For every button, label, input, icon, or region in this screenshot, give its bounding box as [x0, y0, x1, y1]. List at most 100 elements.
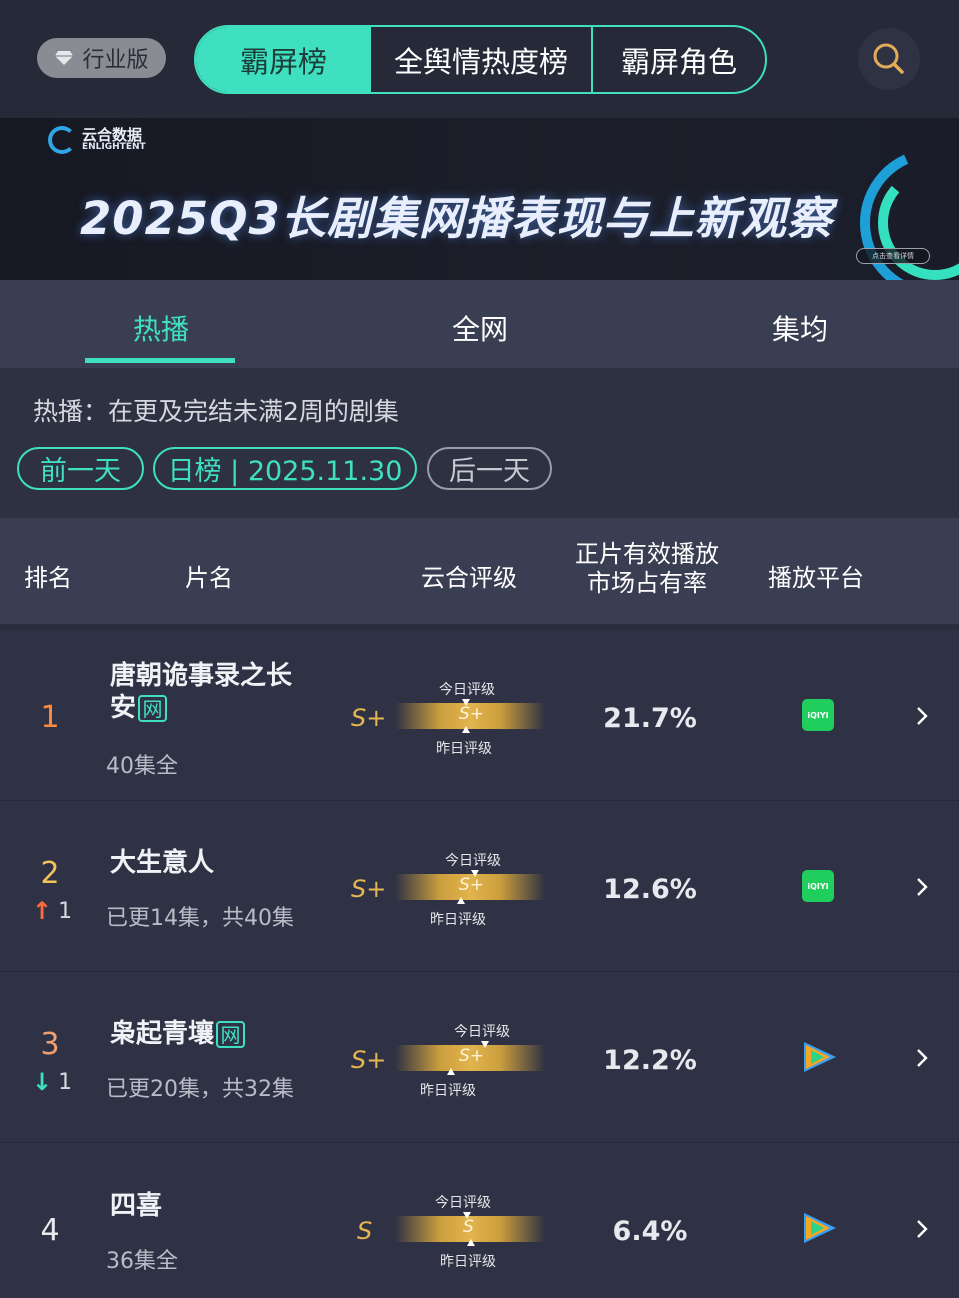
- rank-number: 2: [40, 856, 60, 891]
- main-tabs: 霸屏榜 全舆情热度榜 霸屏角色: [194, 25, 767, 94]
- bar-grade: S+: [459, 704, 485, 724]
- tencent-video-icon: [804, 1042, 836, 1072]
- rank-number: 1: [40, 700, 60, 735]
- episode-info: 已更14集，共40集: [106, 906, 294, 931]
- rating-grade: S+: [351, 1046, 387, 1074]
- header-rating: 云合评级: [421, 564, 517, 592]
- arrow-up-icon: ↑: [32, 897, 53, 925]
- header-platform: 播放平台: [768, 564, 864, 592]
- logo-text-cn: 云合数据: [82, 126, 143, 144]
- list-description: 热播：在更及完结未满2周的剧集: [33, 397, 399, 426]
- tab-episode-average[interactable]: 集均: [720, 308, 880, 348]
- show-title: 枭起青壤网: [110, 1018, 310, 1050]
- bar-grade: S+: [459, 1046, 485, 1066]
- promo-banner[interactable]: 云合数据 ENLIGHTENT 2025Q3长剧集网播表现与上新观察 点击查看详…: [0, 118, 959, 280]
- diamond-icon: [55, 51, 74, 65]
- chevron-right-icon[interactable]: [912, 877, 932, 897]
- show-title: 唐朝诡事录之长安网: [110, 660, 310, 724]
- bar-grade: S+: [459, 875, 485, 895]
- yesterday-marker-icon: [457, 897, 465, 904]
- tab-sentiment-heat-list[interactable]: 全舆情热度榜: [371, 27, 593, 92]
- yesterday-rating-label: 昨日评级: [430, 912, 486, 928]
- market-share: 6.4%: [612, 1216, 688, 1247]
- yesterday-rating-label: 昨日评级: [440, 1254, 496, 1270]
- rank-change: ↓ 1: [32, 1068, 72, 1096]
- episode-info: 已更20集，共32集: [106, 1077, 294, 1102]
- banner-title: 2025Q3长剧集网播表现与上新观察: [80, 192, 833, 245]
- sub-tabs: 热播 全网 集均: [0, 280, 959, 368]
- today-rating-label: 今日评级: [445, 853, 501, 869]
- chevron-right-icon[interactable]: [912, 1048, 932, 1068]
- yesterday-marker-icon: [462, 726, 470, 733]
- table-row[interactable]: 3 ↓ 1 枭起青壤网 已更20集，共32集 S+ 今日评级 S+ 昨日评级 12…: [0, 972, 959, 1143]
- episode-info: 40集全: [106, 754, 178, 779]
- tab-dominance-list[interactable]: 霸屏榜: [196, 27, 371, 92]
- rank-change-value: 1: [58, 1069, 73, 1095]
- top-bar: 行业版 霸屏榜 全舆情热度榜 霸屏角色: [0, 0, 959, 118]
- rating-grade: S+: [351, 704, 387, 732]
- show-title-text: 大生意人: [110, 848, 215, 878]
- iqiyi-icon: iQIYI: [802, 870, 834, 902]
- today-rating-label: 今日评级: [439, 682, 495, 698]
- show-title-text: 枭起青壤: [110, 1019, 215, 1049]
- rating-gauge: 今日评级 S+ 昨日评级: [395, 850, 545, 930]
- tab-dominant-roles[interactable]: 霸屏角色: [593, 27, 765, 92]
- market-share: 12.2%: [603, 1045, 697, 1076]
- iqiyi-icon: iQIYI: [802, 699, 834, 731]
- tab-all-network[interactable]: 全网: [400, 308, 560, 348]
- rank-number: 4: [40, 1213, 60, 1248]
- show-title-text: 四喜: [110, 1191, 163, 1221]
- yesterday-marker-icon: [447, 1068, 455, 1075]
- bar-grade: S: [463, 1217, 474, 1237]
- banner-detail-button[interactable]: 点击查看详情: [856, 248, 930, 264]
- show-title: 四喜: [110, 1190, 310, 1222]
- date-selector[interactable]: 日榜 | 2025.11.30: [153, 447, 417, 490]
- rating-gauge: 今日评级 S 昨日评级: [395, 1192, 545, 1272]
- market-share: 21.7%: [603, 703, 697, 734]
- yesterday-rating-label: 昨日评级: [420, 1083, 476, 1099]
- chevron-right-icon[interactable]: [912, 1219, 932, 1239]
- row-divider: [0, 1142, 959, 1143]
- enlightent-logo: 云合数据 ENLIGHTENT: [48, 126, 146, 154]
- rank-number: 3: [40, 1027, 60, 1062]
- chevron-right-icon[interactable]: [912, 706, 932, 726]
- next-day-button[interactable]: 后一天: [427, 447, 552, 490]
- rank-change: ↑ 1: [32, 897, 72, 925]
- active-tab-indicator: [85, 358, 235, 363]
- rating-grade: S+: [351, 875, 387, 903]
- filter-panel: [0, 368, 959, 518]
- table-header: 排名 片名 云合评级 正片有效播放 市场占有率 播放平台: [0, 518, 959, 624]
- arrow-down-icon: ↓: [32, 1068, 53, 1096]
- industry-edition-button[interactable]: 行业版: [37, 38, 166, 78]
- logo-ring-icon: [48, 126, 76, 154]
- yesterday-rating-label: 昨日评级: [436, 741, 492, 757]
- industry-edition-label: 行业版: [82, 48, 149, 73]
- table-row[interactable]: 4 四喜 36集全 S 今日评级 S 昨日评级 6.4%: [0, 1143, 959, 1298]
- web-series-tag: 网: [216, 1021, 246, 1048]
- tencent-video-icon: [804, 1213, 836, 1243]
- table-row[interactable]: 1 唐朝诡事录之长安网 40集全 S+ 今日评级 S+ 昨日评级 21.7% i…: [0, 630, 959, 801]
- today-rating-label: 今日评级: [435, 1195, 491, 1211]
- web-series-tag: 网: [138, 695, 168, 722]
- rating-gauge: 今日评级 S+ 昨日评级: [395, 679, 545, 759]
- header-market-share-line1: 正片有效播放: [575, 540, 719, 568]
- logo-text-en: ENLIGHTENT: [82, 142, 146, 152]
- show-title: 大生意人: [110, 847, 310, 879]
- header-market-share-line2: 市场占有率: [587, 569, 707, 597]
- search-button[interactable]: [858, 28, 920, 90]
- tab-hot-airing[interactable]: 热播: [81, 308, 241, 348]
- rating-gauge: 今日评级 S+ 昨日评级: [395, 1021, 545, 1101]
- rank-change-value: 1: [58, 898, 73, 924]
- previous-day-button[interactable]: 前一天: [17, 447, 144, 490]
- row-divider: [0, 800, 959, 801]
- row-divider: [0, 971, 959, 972]
- header-market-share: 正片有效播放 市场占有率: [575, 540, 719, 598]
- today-rating-label: 今日评级: [454, 1024, 510, 1040]
- table-row[interactable]: 2 ↑ 1 大生意人 已更14集，共40集 S+ 今日评级 S+ 昨日评级 12.…: [0, 801, 959, 972]
- yesterday-marker-icon: [467, 1239, 475, 1246]
- search-icon: [873, 43, 904, 74]
- header-title: 片名: [185, 564, 233, 592]
- market-share: 12.6%: [603, 874, 697, 905]
- header-rank: 排名: [24, 564, 72, 592]
- rating-grade: S: [357, 1217, 373, 1245]
